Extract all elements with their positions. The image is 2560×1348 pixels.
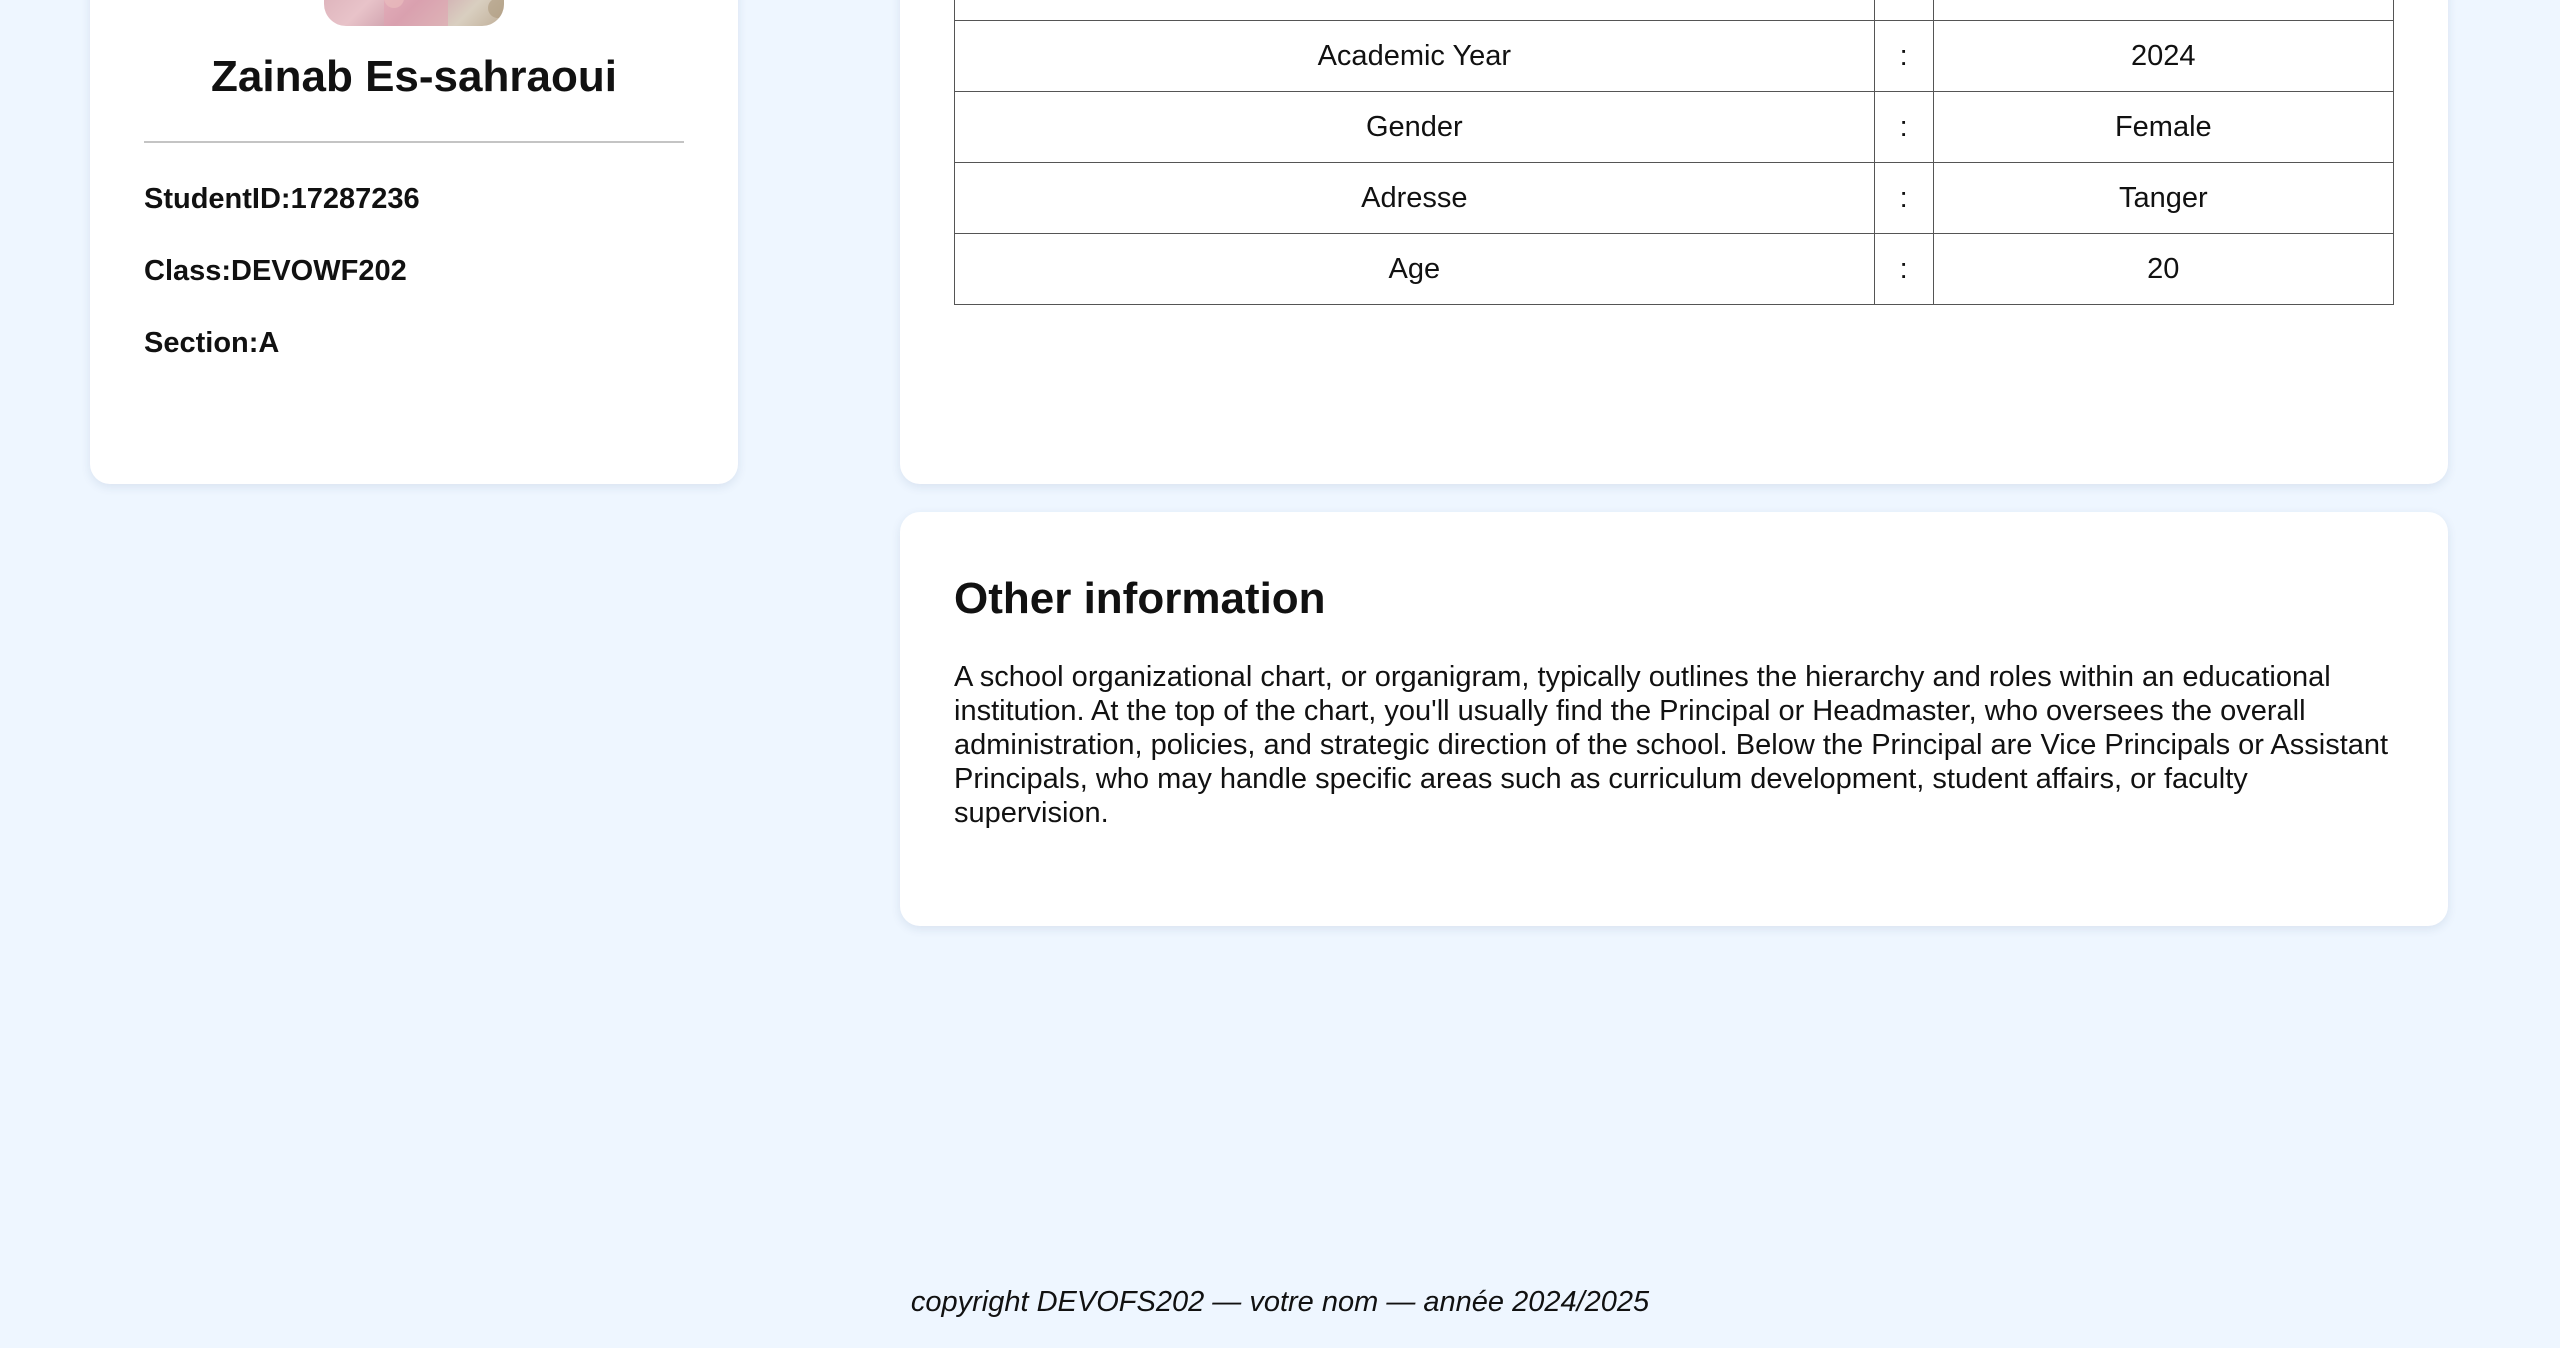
table-row: Gender : Female xyxy=(954,91,2395,163)
row-value: 2024 xyxy=(1932,20,2395,92)
student-avatar xyxy=(324,0,504,26)
other-information-card: Other information A school organizationa… xyxy=(900,512,2448,926)
row-separator: : xyxy=(1873,91,1934,163)
row-value: Tanger xyxy=(1932,162,2395,234)
row-separator: : xyxy=(1873,20,1934,92)
row-separator: : xyxy=(1873,233,1934,305)
student-details-card: Academic Year : 2024 Gender : Female Adr… xyxy=(900,0,2448,484)
row-separator: : xyxy=(1873,162,1934,234)
row-label: Academic Year xyxy=(954,20,1875,92)
row-separator xyxy=(1873,0,1934,21)
other-information-title: Other information xyxy=(954,574,1326,623)
page-footer: copyright DEVOFS202 — votre nom — année … xyxy=(910,1286,1650,1318)
other-information-text: A school organizational chart, or organi… xyxy=(954,661,2389,829)
student-id: StudentID:17287236 xyxy=(144,183,420,215)
row-value: 20 xyxy=(1932,233,2395,305)
row-label: Adresse xyxy=(954,162,1875,234)
table-row: Academic Year : 2024 xyxy=(954,20,2395,92)
row-label: Gender xyxy=(954,91,1875,163)
student-section: Section:A xyxy=(144,327,280,359)
student-details-table: Academic Year : 2024 Gender : Female Adr… xyxy=(954,0,2395,305)
row-label xyxy=(954,0,1875,21)
table-row: Age : 20 xyxy=(954,233,2395,305)
student-profile-card: Zainab Es-sahraoui StudentID:17287236 Cl… xyxy=(90,0,738,484)
student-class: Class:DEVOWF202 xyxy=(144,255,407,287)
row-value xyxy=(1932,0,2395,21)
row-value: Female xyxy=(1932,91,2395,163)
student-name: Zainab Es-sahraoui xyxy=(211,52,617,101)
table-row: Adresse : Tanger xyxy=(954,162,2395,234)
profile-divider xyxy=(144,141,684,143)
table-row xyxy=(954,0,2395,21)
row-label: Age xyxy=(954,233,1875,305)
